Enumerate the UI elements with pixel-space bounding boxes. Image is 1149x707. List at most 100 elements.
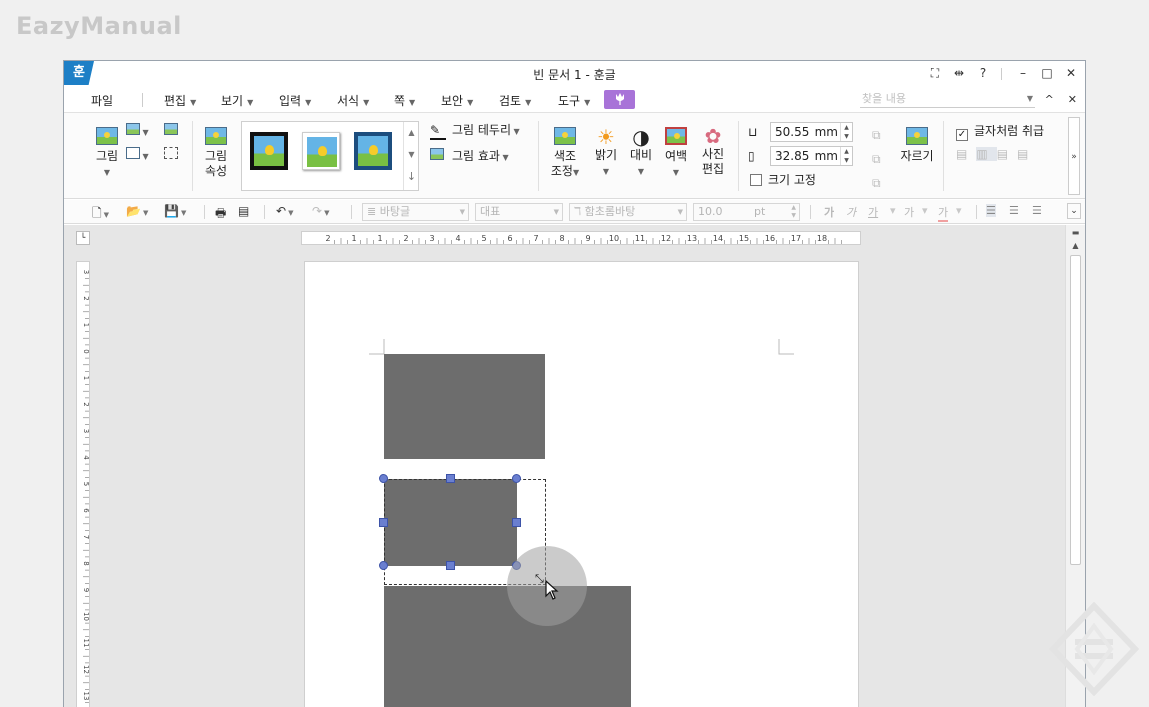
resize-handle-top-right[interactable] xyxy=(512,474,521,483)
vertical-ruler[interactable]: 321012345678910111213 xyxy=(76,261,90,707)
chevron-down-icon[interactable]: ▾ xyxy=(956,204,962,217)
as-char-checkbox[interactable]: ✓ 글자처럼 취급 xyxy=(956,124,1044,141)
wrap-option-selected[interactable]: ▥ xyxy=(976,147,997,161)
arrange-button[interactable]: ▼ xyxy=(126,147,149,164)
redo-button[interactable]: ↷ ▼ xyxy=(312,204,329,218)
align-center-button[interactable]: ☰ xyxy=(1032,204,1042,217)
menu-view[interactable]: 보기 ▼ xyxy=(221,92,253,109)
style-blue-frame[interactable] xyxy=(354,132,392,170)
scroll-down-icon[interactable]: ▼ xyxy=(404,144,419,166)
resize-handle-left[interactable] xyxy=(379,518,388,527)
chevron-down-icon[interactable]: ▾ xyxy=(922,204,928,217)
minimize-button[interactable]: – xyxy=(1017,66,1029,81)
menu-page[interactable]: 쪽 ▼ xyxy=(394,92,415,109)
menu-divider xyxy=(142,93,143,107)
ruler-label: 8 xyxy=(82,561,89,565)
fullscreen-icon[interactable]: ⛶ xyxy=(929,66,941,81)
language-select[interactable]: 대표 ▼ xyxy=(475,203,563,221)
chevron-down-icon: ▼ xyxy=(672,168,680,177)
gallery-scrollbar[interactable]: ▲ ▼ ↓ xyxy=(403,122,419,190)
style-shadow-frame[interactable] xyxy=(302,132,340,170)
expand-gallery-icon[interactable]: ↓ xyxy=(404,166,419,188)
search-input[interactable]: 찾을 내용 ▼ xyxy=(860,91,1035,108)
scroll-up-icon[interactable]: ▲ xyxy=(1068,240,1083,252)
maximize-button[interactable]: □ xyxy=(1041,66,1053,81)
bold-button[interactable]: 가 xyxy=(824,204,834,220)
ruler-label: 18 xyxy=(817,234,827,243)
underline-button[interactable]: 가 xyxy=(868,204,878,220)
fix-size-checkbox[interactable]: 크기 고정 xyxy=(750,173,816,188)
align-justify-icon: ☰ xyxy=(986,204,996,217)
menu-insert[interactable]: 입력 ▼ xyxy=(279,92,311,109)
resize-handle-top-left[interactable] xyxy=(379,474,388,483)
preview-button[interactable]: ▤ xyxy=(238,204,249,218)
print-button[interactable]: 🖶 xyxy=(215,204,226,225)
arrange-icon xyxy=(126,147,140,159)
picture-properties-button[interactable]: 그림 속성 xyxy=(200,127,232,179)
help-icon[interactable]: ? xyxy=(977,66,989,81)
font-color-button[interactable]: 가 xyxy=(938,204,949,222)
resize-handle-bottom-left[interactable] xyxy=(379,561,388,570)
toolbar-expand-button[interactable]: ⌄ xyxy=(1067,203,1081,219)
ribbon-expand-button[interactable]: » xyxy=(1068,117,1080,195)
chevron-down-icon: ▼ xyxy=(247,98,254,107)
menu-review[interactable]: 검토 ▼ xyxy=(499,92,531,109)
menu-file[interactable]: 파일 xyxy=(91,92,113,109)
fix-size-label: 크기 고정 xyxy=(768,173,816,187)
gray-rectangle-bottom[interactable] xyxy=(384,586,631,707)
margin-button[interactable]: 여백 ▼ xyxy=(662,127,690,180)
document-page[interactable]: ⤡ xyxy=(304,261,859,707)
save-button[interactable]: 💾 ▼ xyxy=(164,204,186,218)
picture-button[interactable]: 그림 ▼ xyxy=(92,127,122,180)
chevron-down-icon[interactable]: ▼ xyxy=(1027,91,1033,107)
new-document-button[interactable]: 🗋 ▼ xyxy=(92,204,109,225)
color-adjust-button[interactable]: 색조 조정▼ xyxy=(550,127,580,180)
italic-button[interactable]: 가 xyxy=(846,204,856,220)
change-picture-button[interactable] xyxy=(164,123,178,139)
strikethrough-button[interactable]: 가 xyxy=(904,204,914,220)
font-size-field[interactable]: 10.0 pt ▲ ▼ xyxy=(693,203,800,221)
chevron-down-icon[interactable]: ▾ xyxy=(890,204,896,217)
align-left-button[interactable]: ☰ xyxy=(1009,204,1019,217)
menu-format[interactable]: 서식 ▼ xyxy=(337,92,369,109)
height-field[interactable]: 32.85 mm ▲ ▼ xyxy=(770,146,853,166)
resize-handle-top[interactable] xyxy=(446,474,455,483)
crop-button[interactable]: 자르기 xyxy=(899,127,935,164)
picture-border-button[interactable]: ✎ 그림 테두리 ▼ xyxy=(430,123,520,140)
font-select[interactable]: ℸ 함초롬바탕 ▼ xyxy=(569,203,687,221)
menu-security[interactable]: 보안 ▼ xyxy=(441,92,473,109)
as-char-label: 글자처럼 취급 xyxy=(974,124,1045,138)
tulip-icon[interactable] xyxy=(604,90,635,109)
contrast-button[interactable]: ◑ 대비 ▼ xyxy=(627,127,655,179)
undo-button[interactable]: ↶ ▼ xyxy=(276,204,293,218)
picture-effect-button[interactable]: 그림 효과 ▼ xyxy=(430,148,509,165)
gray-rectangle-top[interactable] xyxy=(384,354,545,459)
resize-handle-bottom[interactable] xyxy=(446,561,455,570)
arrange-icon[interactable]: ⇹ xyxy=(953,66,965,81)
font-size-spinner[interactable]: ▲ ▼ xyxy=(791,204,796,220)
style-select[interactable]: ≣ 바탕글 ▼ xyxy=(362,203,469,221)
resize-handle-right[interactable] xyxy=(512,518,521,527)
ribbon-divider xyxy=(943,121,944,191)
horizontal-ruler[interactable]: 2 1 1 2 3 4 5 6 7 8 9 10 11 12 13 14 15 16 17 18 xyxy=(301,231,861,245)
as-char-check-icon: ✓ xyxy=(956,129,968,141)
style-black-frame[interactable] xyxy=(250,132,288,170)
insert-picture-small-button[interactable]: ▼ xyxy=(126,123,149,140)
align-justify-button[interactable]: ☰ xyxy=(986,204,996,217)
brightness-button[interactable]: ☀ 밝기 ▼ xyxy=(592,127,620,179)
width-spinner[interactable]: ▲ ▼ xyxy=(840,123,852,141)
select-objects-button[interactable] xyxy=(164,147,178,163)
height-spinner[interactable]: ▲ ▼ xyxy=(840,147,852,165)
scroll-up-icon[interactable]: ▲ xyxy=(404,122,419,144)
menu-tools[interactable]: 도구 ▼ xyxy=(558,92,590,109)
open-button[interactable]: 📂 ▼ xyxy=(126,204,148,218)
ruler-corner-button[interactable]: └ xyxy=(76,231,90,245)
close-button[interactable]: ✕ xyxy=(1065,66,1077,81)
photo-edit-button[interactable]: ✿ 사진 편집 xyxy=(698,125,728,177)
scroll-top-icon[interactable]: ▬ xyxy=(1068,227,1083,239)
menu-edit[interactable]: 편집 ▼ xyxy=(164,92,196,109)
scrollbar-thumb[interactable] xyxy=(1070,255,1081,565)
width-field[interactable]: 50.55 mm ▲ ▼ xyxy=(770,122,853,142)
collapse-ribbon-icon[interactable]: ^ xyxy=(1045,93,1054,106)
close-document-icon[interactable]: ✕ xyxy=(1068,93,1077,106)
